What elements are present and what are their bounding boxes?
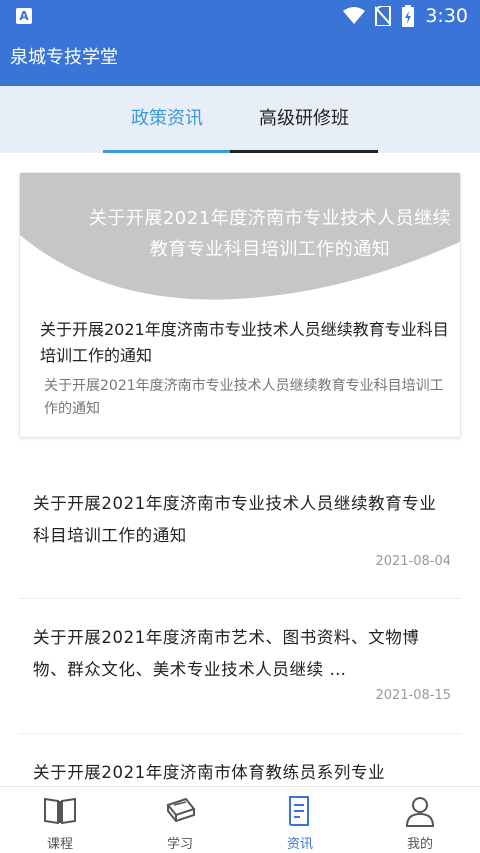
app-notification-icon: A <box>16 8 32 24</box>
document-icon <box>289 796 309 826</box>
app-bar: 泉城专技学堂 <box>0 32 480 86</box>
nav-courses[interactable]: 课程 <box>0 787 120 853</box>
banner-text: 关于开展2021年度济南市专业技术人员继续教育专业科目培训工作的通知 <box>88 208 452 260</box>
news-title: 关于开展2021年度济南市体育教练员系列专业 <box>33 763 386 782</box>
featured-banner: 关于开展2021年度济南市专业技术人员继续教育专业科目培训工作的通知 <box>20 173 460 303</box>
tab-bar: 政策资讯 高级研修班 <box>0 86 480 153</box>
nav-label: 学习 <box>166 837 193 852</box>
news-item[interactable]: 关于开展2021年度济南市体育教练员系列专业 <box>19 752 461 786</box>
tab-label: 政策资讯 <box>131 108 203 129</box>
featured-title: 关于开展2021年度济南市专业技术人员继续教育专业科目培训工作的通知 <box>40 320 449 365</box>
nav-label: 资讯 <box>286 837 313 852</box>
news-title: 关于开展2021年度济南市专业技术人员继续教育专业科目培训工作的通知 <box>33 494 437 545</box>
news-title: 关于开展2021年度济南市艺术、图书资料、文物博物、群众文化、美术专业技术人员继… <box>33 628 420 679</box>
no-sim-icon <box>375 6 392 26</box>
featured-description: 关于开展2021年度济南市专业技术人员继续教育专业科目培训工作的通知 <box>44 378 444 417</box>
news-date: 2021-08-15 <box>375 688 451 703</box>
news-item[interactable]: 关于开展2021年度济南市专业技术人员继续教育专业科目培训工作的通知 2021-… <box>19 480 461 599</box>
book-open-icon <box>44 797 76 825</box>
featured-news-card[interactable]: 关于开展2021年度济南市专业技术人员继续教育专业科目培训工作的通知 关于开展2… <box>19 172 461 438</box>
books-stack-icon <box>166 797 196 823</box>
battery-icon <box>402 5 415 27</box>
app-title: 泉城专技学堂 <box>10 47 118 68</box>
nav-label: 我的 <box>406 837 433 852</box>
user-icon <box>405 797 435 827</box>
bottom-navigation: 课程 学习 资讯 我的 <box>0 786 480 853</box>
nav-study[interactable]: 学习 <box>120 787 240 853</box>
wifi-icon <box>343 7 366 24</box>
tab-advanced-seminar[interactable]: 高级研修班 <box>230 86 378 153</box>
tab-indicator-active <box>103 150 231 153</box>
news-item[interactable]: 关于开展2021年度济南市艺术、图书资料、文物博物、群众文化、美术专业技术人员继… <box>19 616 461 734</box>
tab-label: 高级研修班 <box>259 108 349 129</box>
status-bar: A 3:30 <box>0 0 480 32</box>
status-icons: 3:30 <box>343 5 468 27</box>
tab-indicator <box>230 150 378 153</box>
news-date: 2021-08-04 <box>375 554 451 569</box>
clock-time: 3:30 <box>425 5 468 27</box>
nav-news[interactable]: 资讯 <box>240 787 360 853</box>
tab-policy-news[interactable]: 政策资讯 <box>103 86 231 153</box>
nav-profile[interactable]: 我的 <box>360 787 480 853</box>
nav-label: 课程 <box>46 837 73 852</box>
